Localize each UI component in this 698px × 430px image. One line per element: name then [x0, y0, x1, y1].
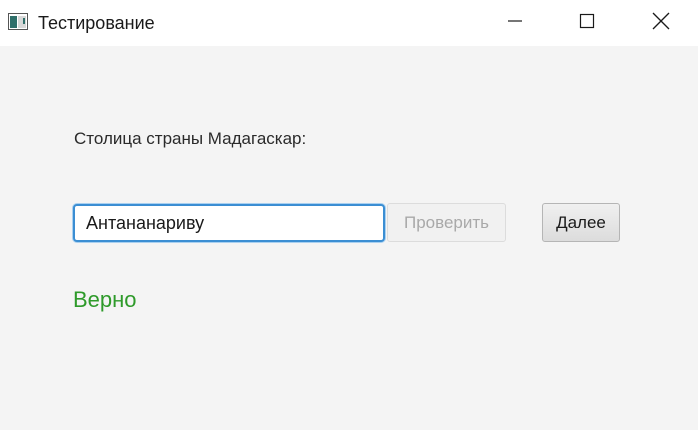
title-bar: Тестирование	[0, 0, 698, 46]
check-button[interactable]: Проверить	[387, 203, 506, 242]
close-button[interactable]	[638, 0, 684, 46]
window-title: Тестирование	[38, 13, 155, 33]
maximize-icon	[579, 13, 595, 34]
close-icon	[652, 12, 670, 35]
minimize-icon	[507, 13, 523, 34]
quiz-panel: Столица страны Мадагаскар: Проверить Дал…	[0, 46, 698, 430]
app-window: Тестирование Столица страны Мадагаскар: …	[0, 0, 698, 430]
answer-input[interactable]	[73, 204, 385, 242]
question-label: Столица страны Мадагаскар:	[74, 129, 307, 148]
result-label: Верно	[73, 287, 137, 312]
maximize-button[interactable]	[564, 0, 610, 46]
app-window-icon	[8, 13, 28, 30]
next-button[interactable]: Далее	[542, 203, 620, 242]
minimize-button[interactable]	[492, 0, 538, 46]
